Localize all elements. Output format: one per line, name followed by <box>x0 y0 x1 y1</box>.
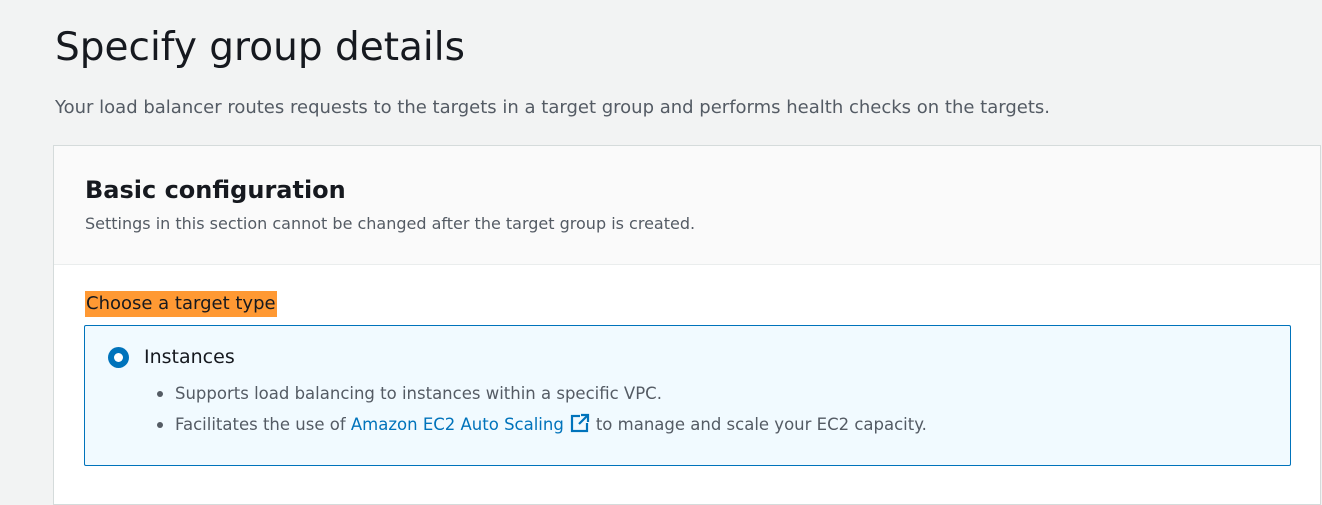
instances-description-list: Supports load balancing to instances wit… <box>155 378 927 440</box>
bullet-text: Supports load balancing to instances wit… <box>175 384 662 403</box>
page-title: Specify group details <box>55 25 465 70</box>
link-text[interactable]: Amazon EC2 Auto Scaling <box>351 415 564 434</box>
basic-configuration-panel: Basic configuration Settings in this sec… <box>53 145 1321 505</box>
list-item: Supports load balancing to instances wit… <box>155 378 927 409</box>
page-description: Your load balancer routes requests to th… <box>55 97 1051 118</box>
external-link-icon[interactable] <box>570 413 590 433</box>
amazon-ec2-auto-scaling-link[interactable]: Amazon EC2 Auto Scaling <box>351 413 596 434</box>
list-item: Facilitates the use of Amazon EC2 Auto S… <box>155 409 927 440</box>
panel-subtitle: Settings in this section cannot be chang… <box>85 214 696 233</box>
target-type-label: Choose a target type <box>85 291 277 317</box>
panel-title: Basic configuration <box>85 176 346 204</box>
instances-radio-button[interactable] <box>108 347 129 368</box>
radio-selected-dot <box>114 353 123 362</box>
panel-header: Basic configuration Settings in this sec… <box>54 146 1320 265</box>
bullet-text-prefix: Facilitates the use of <box>175 415 351 434</box>
bullet-text-suffix: to manage and scale your EC2 capacity. <box>595 415 927 434</box>
instances-option-label[interactable]: Instances <box>144 344 235 370</box>
target-type-option-instances[interactable]: Instances Supports load balancing to ins… <box>84 325 1291 466</box>
